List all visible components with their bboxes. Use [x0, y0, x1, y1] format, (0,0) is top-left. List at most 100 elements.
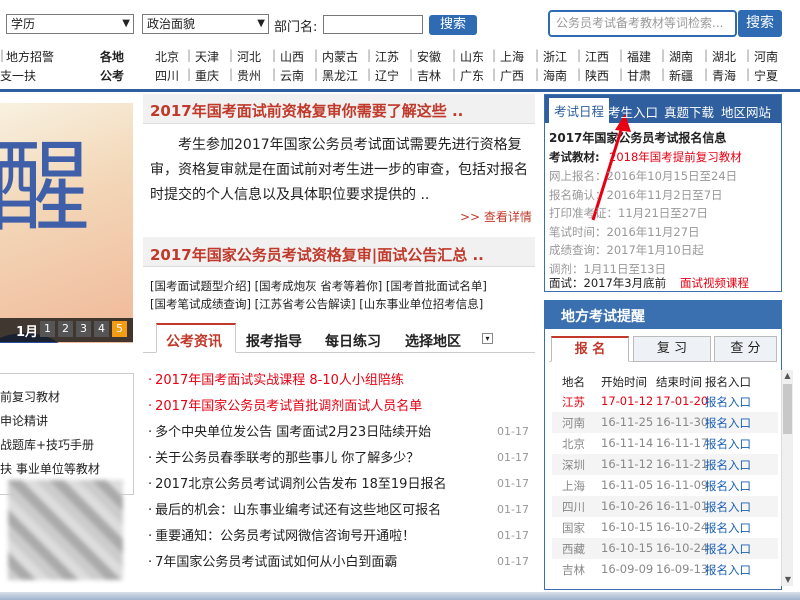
region-link[interactable]: 甘肃: [627, 67, 651, 84]
headline-title[interactable]: 2017年国考面试前资格复审你需要了解这些 ..: [150, 100, 463, 121]
region-link[interactable]: 湖北: [712, 48, 736, 65]
news-title[interactable]: 最后的机会：山东事业编考试还有这些地区可报名: [155, 503, 441, 518]
scrollbar-thumb[interactable]: [783, 384, 792, 434]
local-entry-link[interactable]: 报名入口: [705, 478, 751, 494]
news-title[interactable]: 2017北京公务员考试调剂公告发布 18至19日报名: [155, 477, 446, 492]
local-entry-link[interactable]: 报名入口: [705, 415, 751, 431]
news-tab[interactable]: 每日练习: [325, 331, 381, 351]
region-link[interactable]: 安徽: [417, 48, 441, 65]
news-tab[interactable]: 公考资讯: [166, 331, 222, 351]
local-scrollbar[interactable]: ▲ ▼: [781, 370, 793, 586]
region-link[interactable]: 云南: [280, 67, 304, 84]
exam-tab[interactable]: 考试日程: [549, 98, 610, 123]
region-link[interactable]: 河北: [237, 48, 261, 65]
news-title[interactable]: 7年国家公务员考试面试如何从小白到面霸: [155, 555, 397, 570]
local-name: 河南: [562, 416, 585, 430]
headline2-links-row1[interactable]: [国考面试题型介绍] [国考成炮灰 省考等着你] [国考首批面试名单]: [150, 278, 487, 294]
banner-page-2[interactable]: 2: [58, 321, 73, 337]
headline-more-link[interactable]: >> 查看详情: [460, 208, 532, 225]
banner-page-1[interactable]: 1: [40, 321, 55, 337]
region-link[interactable]: 青海: [712, 67, 736, 84]
region-link[interactable]: 上海: [500, 48, 524, 65]
scrollbar-down-arrow[interactable]: ▼: [782, 574, 794, 586]
local-entry-link[interactable]: 报名入口: [705, 541, 751, 557]
local-entry-link[interactable]: 报名入口: [705, 520, 751, 536]
region-link[interactable]: 浙江: [543, 48, 567, 65]
region-link[interactable]: 辽宁: [375, 67, 399, 84]
left-list-item[interactable]: 前复习教材: [0, 388, 60, 405]
separator: |: [452, 67, 457, 81]
news-title[interactable]: 多个中央单位发公告 国考面试2月23日陆续开始: [155, 425, 431, 440]
region-link[interactable]: 广西: [500, 67, 524, 84]
region-link[interactable]: 湖南: [669, 48, 693, 65]
news-title[interactable]: 2017年国考面试实战课程 8-10人小组陪练: [155, 373, 404, 388]
banner-page-5[interactable]: 5: [112, 321, 127, 337]
education-select[interactable]: 学历 ▼: [6, 14, 134, 34]
news-item[interactable]: · 最后的机会：山东事业编考试还有这些地区可报名: [148, 499, 528, 521]
region-link[interactable]: 陕西: [585, 67, 609, 84]
region-link[interactable]: 天津: [195, 48, 219, 65]
region-link[interactable]: 山东: [460, 48, 484, 65]
region-link[interactable]: 内蒙古: [322, 48, 358, 65]
left-link-police[interactable]: 地方招警: [6, 48, 54, 65]
left-list-item[interactable]: 申论精讲: [0, 412, 48, 429]
news-item[interactable]: · 关于公务员春季联考的那些事儿 你了解多少？: [148, 447, 528, 469]
site-search-button[interactable]: 搜索: [738, 10, 782, 37]
region-link[interactable]: 北京: [155, 48, 179, 65]
local-entry-link[interactable]: 报名入口: [705, 499, 751, 515]
local-start: 16-11-12: [601, 457, 654, 471]
region-link[interactable]: 吉林: [417, 67, 441, 84]
region-link[interactable]: 宁夏: [754, 67, 778, 84]
dropdown-icon[interactable]: ▾: [482, 333, 493, 344]
exam-interview-link[interactable]: 面试视频课程: [680, 275, 749, 291]
subject-select[interactable]: 政治面貌 ▼: [142, 14, 269, 34]
local-tab[interactable]: 查 分: [714, 336, 777, 362]
left-list-item[interactable]: 战题库+技巧手册: [0, 436, 94, 453]
exam-tab[interactable]: 真题下载: [664, 102, 714, 121]
local-table-row: 上海 16-11-05 16-11-09 报名入口: [552, 475, 778, 496]
local-start: 16-11-25: [601, 415, 654, 429]
banner-image[interactable]: 醒 公考: [0, 103, 133, 343]
local-entry-link[interactable]: 报名入口: [705, 394, 751, 410]
news-item[interactable]: · 多个中央单位发公告 国考面试2月23日陆续开始: [148, 421, 528, 443]
news-tab[interactable]: 选择地区: [405, 331, 461, 351]
local-entry-link[interactable]: 报名入口: [705, 562, 751, 578]
search-button[interactable]: 搜索: [429, 15, 477, 35]
region-link[interactable]: 重庆: [195, 67, 219, 84]
news-item[interactable]: · 重要通知：公务员考试网微信咨询号开通啦！: [148, 525, 528, 547]
left-list-item[interactable]: 扶 事业单位等教材: [0, 460, 100, 477]
left-link-support[interactable]: 支一扶: [0, 67, 36, 84]
region-link[interactable]: 四川: [155, 67, 179, 84]
headline2-title[interactable]: 2017年国家公务员考试资格复审|面试公告汇总 ..: [150, 244, 484, 265]
local-tab[interactable]: 复 习: [633, 336, 711, 362]
local-entry-link[interactable]: 报名入口: [705, 436, 751, 452]
news-item[interactable]: · 2017北京公务员考试调剂公告发布 18至19日报名: [148, 473, 528, 495]
exam-tab[interactable]: 地区网站: [721, 102, 771, 121]
scrollbar-up-arrow[interactable]: ▲: [782, 370, 793, 382]
region-link[interactable]: 广东: [460, 67, 484, 84]
region-link[interactable]: 山西: [280, 48, 304, 65]
region-link[interactable]: 福建: [627, 48, 651, 65]
region-link[interactable]: 新疆: [669, 67, 693, 84]
local-entry-link[interactable]: 报名入口: [705, 457, 751, 473]
region-link[interactable]: 贵州: [237, 67, 261, 84]
department-input[interactable]: [323, 15, 423, 34]
news-item[interactable]: · 7年国家公务员考试面试如何从小白到面霸: [148, 551, 528, 573]
news-tab[interactable]: 报考指导: [246, 331, 302, 351]
news-item[interactable]: · 2017年国家公务员考试首批调剂面试人员名单: [148, 395, 528, 417]
region-link[interactable]: 江西: [585, 48, 609, 65]
news-title[interactable]: 关于公务员春季联考的那些事儿 你了解多少？: [155, 451, 419, 466]
region-link[interactable]: 河南: [754, 48, 778, 65]
site-search-input[interactable]: 公务员考试备考教材等词检索...: [548, 10, 737, 37]
region-link[interactable]: 黑龙江: [322, 67, 358, 84]
region-link[interactable]: 海南: [543, 67, 567, 84]
local-tab[interactable]: 报 名: [551, 336, 629, 362]
banner-page-3[interactable]: 3: [76, 321, 91, 337]
banner-page-4[interactable]: 4: [94, 321, 109, 337]
region-link[interactable]: 江苏: [375, 48, 399, 65]
headline2-links-row2[interactable]: [国考笔试成绩查询] [江苏省考公告解读] [山东事业单位招考信息]: [150, 296, 483, 312]
exam-tab[interactable]: 考生入口: [608, 102, 658, 121]
news-title[interactable]: 2017年国家公务员考试首批调剂面试人员名单: [155, 399, 422, 414]
news-item[interactable]: · 2017年国考面试实战课程 8-10人小组陪练: [148, 369, 528, 391]
news-title[interactable]: 重要通知：公务员考试网微信咨询号开通啦！: [155, 529, 415, 544]
